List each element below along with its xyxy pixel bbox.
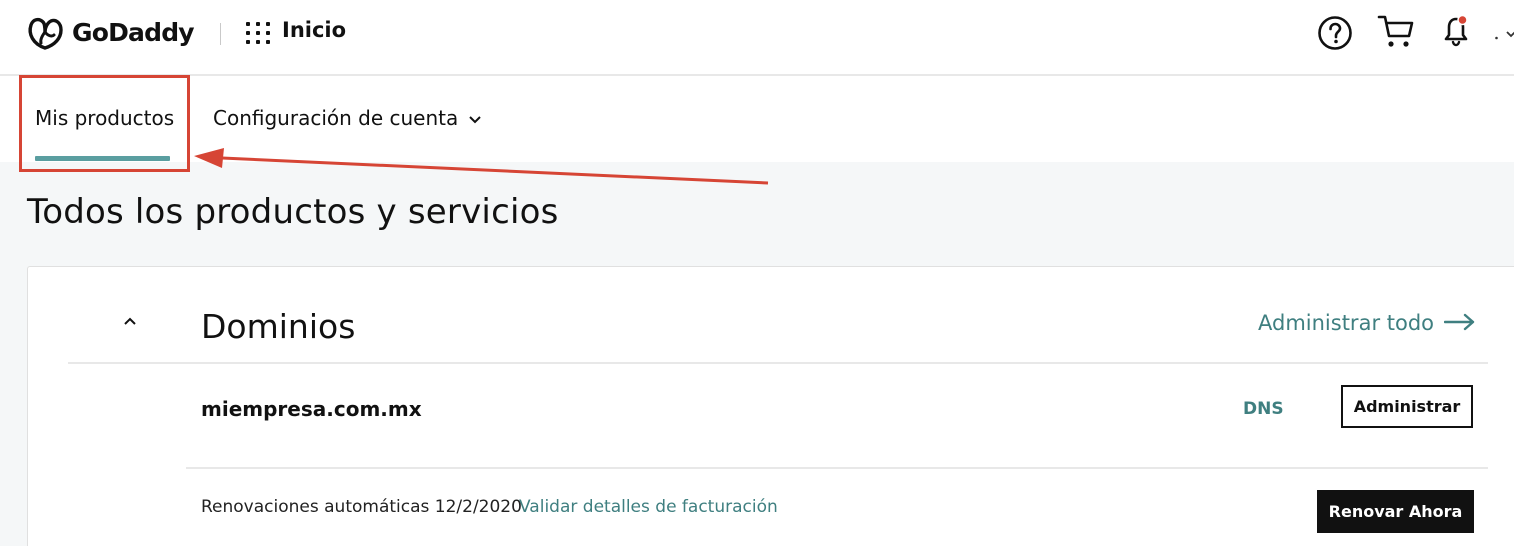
arrow-right-icon bbox=[1444, 313, 1475, 331]
domain-name[interactable]: miempresa.com.mx bbox=[201, 397, 422, 421]
home-link[interactable]: Inicio bbox=[282, 18, 346, 42]
manage-all-label: Administrar todo bbox=[1258, 311, 1435, 335]
section-divider bbox=[68, 362, 1488, 364]
account-menu[interactable] bbox=[1494, 22, 1514, 44]
chevron-down-icon bbox=[1495, 31, 1514, 40]
godaddy-logo-icon[interactable] bbox=[25, 14, 65, 52]
dns-link[interactable]: DNS bbox=[1243, 399, 1284, 419]
tab-account-settings[interactable]: Configuración de cuenta bbox=[213, 106, 482, 130]
active-tab-indicator bbox=[35, 156, 170, 161]
chevron-up-icon[interactable] bbox=[120, 311, 140, 331]
manage-domain-button[interactable]: Administrar bbox=[1341, 385, 1473, 428]
renewal-status: Renovaciones automáticas 12/2/2020 bbox=[201, 497, 522, 517]
section-title: Dominios bbox=[201, 307, 356, 346]
renew-now-button[interactable]: Renovar Ahora bbox=[1317, 490, 1474, 533]
domains-card: Dominios Administrar todo miempresa.com.… bbox=[27, 266, 1514, 546]
validate-billing-link[interactable]: Validar detalles de facturación bbox=[519, 497, 778, 517]
top-navigation-bar: GoDaddy Inicio bbox=[0, 0, 1514, 76]
help-icon[interactable] bbox=[1317, 15, 1353, 51]
page-title: Todos los productos y servicios bbox=[27, 192, 559, 232]
tab-account-settings-label: Configuración de cuenta bbox=[213, 106, 459, 130]
cart-icon[interactable] bbox=[1377, 13, 1415, 49]
main-content: Todos los productos y servicios Dominios… bbox=[0, 162, 1514, 546]
brand-name[interactable]: GoDaddy bbox=[72, 18, 195, 47]
header-divider bbox=[220, 23, 221, 45]
manage-all-link[interactable]: Administrar todo bbox=[1258, 311, 1476, 335]
account-tabs: Mis productos Configuración de cuenta bbox=[0, 78, 1514, 162]
bell-icon[interactable] bbox=[1438, 13, 1474, 49]
chevron-down-icon bbox=[469, 115, 481, 123]
tab-my-products[interactable]: Mis productos bbox=[35, 106, 174, 130]
apps-grid-icon[interactable] bbox=[245, 21, 271, 45]
row-divider bbox=[186, 467, 1488, 469]
